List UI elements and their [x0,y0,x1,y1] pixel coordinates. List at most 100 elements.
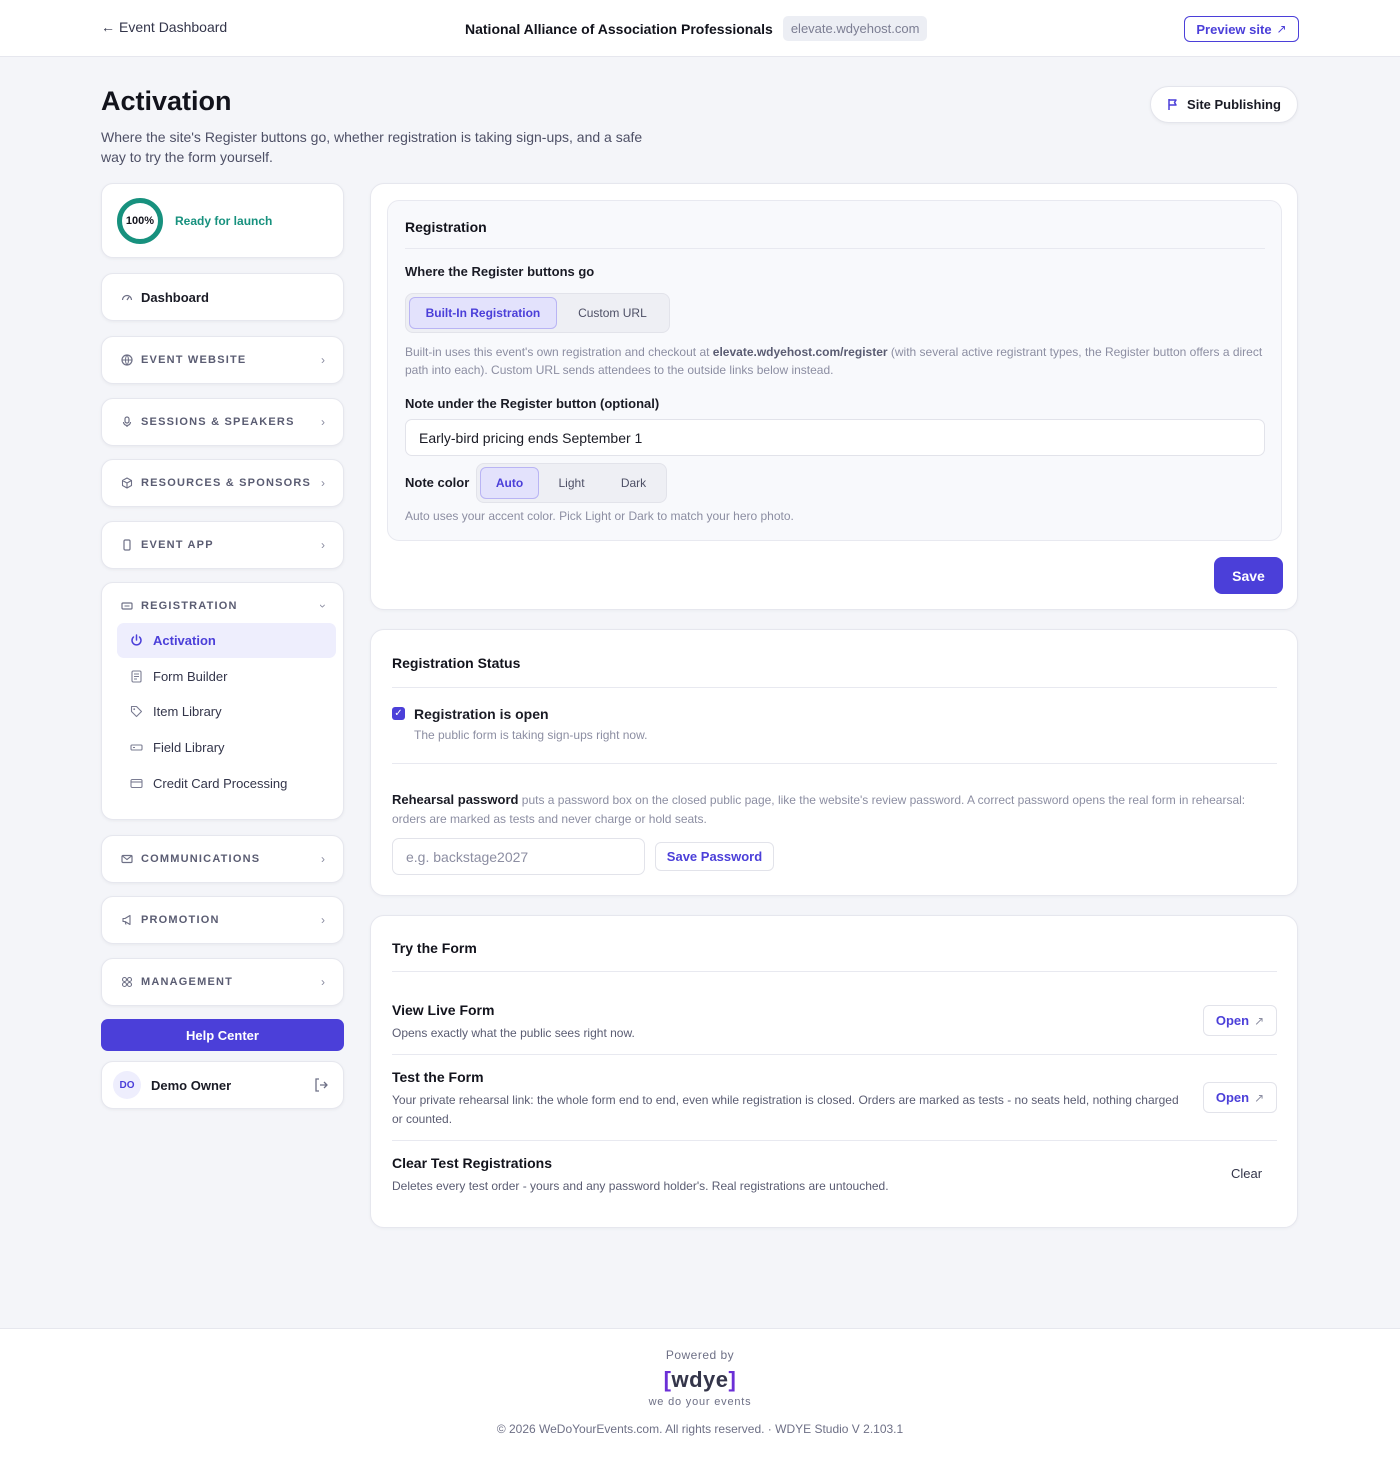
save-password-button[interactable]: Save Password [655,842,774,871]
logo-tagline: we do your events [648,1396,752,1408]
launch-progress-card: 100% Ready for launch [101,183,344,258]
try-form-panel: Try the Form View Live Form Opens exactl… [370,915,1298,1228]
user-name: Demo Owner [151,1077,232,1093]
view-live-form-title: View Live Form [392,1002,495,1018]
rehearsal-password-help: Rehearsal password puts a password box o… [392,790,1282,829]
clear-test-registrations-button[interactable]: Clear [1231,1166,1262,1181]
user-card: DO Demo Owner [101,1061,344,1109]
arrow-left-icon: ← [101,19,115,35]
chevron-right-icon: › [321,852,325,866]
sidebar-subitem-form-builder[interactable]: Form Builder [117,659,336,694]
sidebar-subitem-item-library[interactable]: Item Library [117,694,336,729]
external-link-icon: ↗ [1276,22,1287,36]
sidebar-subitem-label: Field Library [153,740,225,755]
back-to-dashboard-link[interactable]: ← Event Dashboard [101,19,227,35]
register-note-input[interactable]: Early-bird pricing ends September 1 [405,419,1265,456]
sidebar-item-dashboard[interactable]: Dashboard [101,273,344,321]
logout-icon[interactable] [313,1077,329,1093]
mail-icon [121,853,133,865]
register-url: elevate.wdyehost.com/register [712,345,888,359]
note-color-toggle: Auto Light Dark [476,463,667,503]
sidebar-item-event-app[interactable]: EVENT APP › [101,521,344,569]
sidebar-subitem-field-library[interactable]: Field Library [117,730,336,765]
note-color-dark-option[interactable]: Dark [604,467,663,499]
chevron-right-icon: › [321,353,325,367]
logo-text: wdye [671,1367,729,1392]
sidebar-subitem-label: Form Builder [153,669,228,684]
note-color-help: Auto uses your accent color. Pick Light … [405,509,794,523]
open-live-form-button[interactable]: Open ↗ [1203,1005,1277,1036]
document-icon [129,670,143,684]
save-button[interactable]: Save [1214,557,1283,594]
registration-settings-box: Registration Where the Register buttons … [387,200,1282,541]
registration-mode-help: Built-in uses this event's own registrat… [405,343,1265,379]
preview-site-button[interactable]: Preview site ↗ [1184,16,1299,42]
sidebar-item-label: REGISTRATION [141,599,238,612]
chevron-right-icon: › [321,415,325,429]
site-publishing-button[interactable]: Site Publishing [1150,86,1298,123]
sidebar-item-registration[interactable]: REGISTRATION › [102,583,343,628]
open-test-form-button[interactable]: Open ↗ [1203,1082,1277,1113]
sidebar-item-management[interactable]: MANAGEMENT › [101,958,344,1006]
view-live-form-desc: Opens exactly what the public sees right… [392,1026,635,1040]
sidebar-item-sessions-speakers[interactable]: SESSIONS & SPEAKERS › [101,398,344,446]
sidebar-item-communications[interactable]: COMMUNICATIONS › [101,835,344,883]
microphone-icon [121,416,133,428]
powered-by-label: Powered by [665,1348,735,1362]
org-domain-badge: elevate.wdyehost.com [782,16,928,41]
note-field-label: Note under the Register button (optional… [405,396,660,411]
grid-icon [121,976,133,988]
sidebar-item-event-website[interactable]: EVENT WEBSITE › [101,336,344,384]
power-icon [129,634,143,648]
note-color-auto-option[interactable]: Auto [480,467,540,499]
external-link-icon: ↗ [1254,1090,1265,1105]
test-form-desc: Your private rehearsal link: the whole f… [392,1093,1179,1126]
sidebar-subitem-label: Credit Card Processing [153,776,288,791]
avatar: DO [113,1071,141,1099]
sidebar-subitem-activation[interactable]: Activation [117,623,336,658]
sidebar-item-label: SESSIONS & SPEAKERS [141,416,295,428]
divider [392,1140,1277,1141]
sidebar-subitem-label: Item Library [153,704,222,719]
try-form-title: Try the Form [392,940,477,956]
sidebar-subitem-credit-card-processing[interactable]: Credit Card Processing [117,766,336,801]
sidebar-item-label: COMMUNICATIONS [141,853,261,865]
registration-section-title: Registration [405,219,487,235]
gauge-icon [121,291,133,303]
logo-bracket-close: ] [728,1367,737,1392]
chevron-down-icon: › [316,603,330,608]
external-link-icon: ↗ [1254,1013,1265,1028]
mode-help-text: Built-in uses this event's own registrat… [405,345,713,359]
note-color-light-option[interactable]: Light [541,467,602,499]
sidebar-item-label: PROMOTION [141,914,220,926]
sidebar-item-label: Dashboard [141,289,209,305]
sidebar-item-promotion[interactable]: PROMOTION › [101,896,344,944]
registration-panel: Registration Where the Register buttons … [370,183,1298,610]
page-subtitle: Where the site's Register buttons go, wh… [101,129,643,165]
rehearsal-password-input[interactable]: e.g. backstage2027 [392,838,645,875]
org-name: National Alliance of Association Profess… [465,20,773,37]
help-center-button[interactable]: Help Center [101,1019,344,1051]
sidebar-item-label: EVENT WEBSITE [141,354,247,366]
divider [392,763,1277,764]
custom-url-option[interactable]: Custom URL [559,297,666,329]
open-test-form-label: Open [1215,1090,1250,1105]
top-bar: ← Event Dashboard National Alliance of A… [0,0,1400,57]
registration-status-title: Registration Status [392,655,521,671]
progress-status: Ready for launch [175,213,273,228]
sidebar-item-resources-sponsors[interactable]: RESOURCES & SPONSORS › [101,459,344,507]
registration-open-checkbox[interactable]: ✓ [392,707,405,720]
sidebar-item-label: EVENT APP [141,539,214,551]
clear-test-registrations-desc: Deletes every test order - yours and any… [392,1179,889,1193]
progress-value: 100% [125,214,155,227]
ticket-icon [121,600,133,612]
preview-site-label: Preview site [1196,21,1272,37]
wdye-logo[interactable]: [wdye] [0,1367,1400,1393]
clear-test-registrations-title: Clear Test Registrations [392,1155,553,1171]
built-in-registration-option[interactable]: Built-In Registration [409,297,557,329]
open-live-form-label: Open [1215,1013,1250,1028]
footer: Powered by [wdye] we do your events © 20… [0,1328,1400,1458]
box-icon [121,477,133,489]
registration-status-panel: Registration Status ✓ Registration is op… [370,629,1298,896]
divider [392,971,1277,972]
